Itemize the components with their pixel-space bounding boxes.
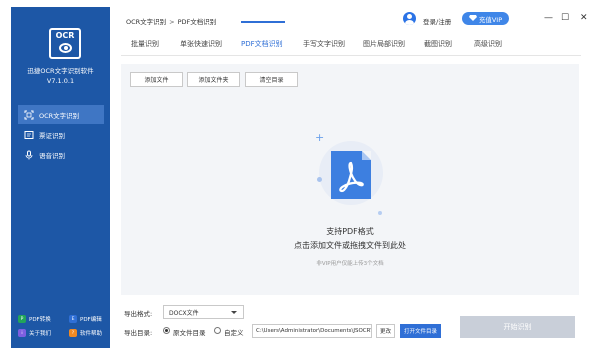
export-path-field[interactable]: C:\Users\Administrator\Documents\JSOCR\ — [252, 324, 372, 338]
logo-text: OCR — [55, 31, 75, 40]
tab-handwriting[interactable]: 手写文字识别 — [303, 39, 345, 49]
add-folder-button[interactable]: 添加文件夹 — [187, 72, 240, 87]
sidebar-item-label: 语音识别 — [39, 151, 65, 160]
start-recognition-button[interactable]: 开始识别 — [460, 316, 575, 338]
tab-advanced[interactable]: 高级识别 — [474, 39, 502, 49]
close-icon[interactable]: ✕ — [580, 13, 588, 23]
vip-button[interactable]: 充值VIP — [462, 12, 509, 25]
plus-icon: + — [315, 131, 325, 144]
pdf-edit-link[interactable]: E PDF编辑 — [69, 315, 102, 323]
export-format-select[interactable]: DOCX文件 — [163, 305, 244, 319]
radio-source-dir-label[interactable]: 原文件目录 — [173, 327, 206, 337]
pdf-edit-icon: E — [69, 315, 77, 323]
radio-source-dir[interactable] — [163, 327, 170, 334]
about-link[interactable]: i 关于我们 — [18, 329, 51, 337]
export-format-value: DOCX文件 — [169, 309, 199, 317]
sidebar-item-voice[interactable]: 语音识别 — [18, 145, 104, 164]
breadcrumb: OCR文字识别 > PDF文档识别 — [126, 16, 216, 26]
supported-format-text: 支持PDF格式 — [326, 227, 374, 236]
active-tab-indicator — [241, 21, 285, 23]
export-dir-label: 导出目录: — [124, 329, 153, 337]
open-dir-button[interactable]: 打开文件目录 — [400, 324, 441, 338]
tab-bar: 批量识别 单张快速识别 PDF文档识别 手写文字识别 图片局部识别 截图识别 高… — [121, 32, 581, 56]
add-file-button[interactable]: 添加文件 — [130, 72, 183, 87]
clear-list-button[interactable]: 清空目录 — [245, 72, 298, 87]
change-dir-button[interactable]: 更改 — [376, 324, 395, 338]
sidebar-item-ocr[interactable]: OCR文字识别 — [18, 105, 104, 124]
radio-custom-dir-label[interactable]: 自定义 — [224, 327, 244, 337]
drop-hint-text: 点击添加文件或拖拽文件到此处 — [294, 241, 406, 250]
pdf-file-icon — [331, 151, 371, 199]
app-name: 迅捷OCR文字识别软件 — [27, 67, 94, 75]
file-drop-area[interactable]: 添加文件 添加文件夹 清空目录 + 支持PDF格式 点击添加文件或拖拽文件到此处… — [121, 64, 579, 295]
tab-single[interactable]: 单张快速识别 — [180, 39, 222, 49]
tab-partial[interactable]: 图片局部识别 — [363, 39, 405, 49]
login-link[interactable]: 登录/注册 — [423, 16, 451, 26]
about-icon: i — [18, 329, 26, 337]
upload-limit-text: 非VIP用户仅能上传3个文档 — [316, 261, 384, 267]
export-format-label: 导出格式: — [124, 310, 153, 318]
radio-custom-dir[interactable] — [214, 327, 221, 334]
breadcrumb-root[interactable]: OCR文字识别 — [126, 18, 166, 26]
app-logo-icon: OCR — [49, 28, 81, 59]
scan-icon — [24, 110, 34, 120]
help-link[interactable]: ? 软件帮助 — [69, 329, 102, 337]
sidebar-item-label: 票证识别 — [39, 131, 65, 140]
sidebar: OCR 迅捷OCR文字识别软件 V7.1.0.1 OCR文字识别 票证识别 语音… — [11, 7, 110, 348]
ticket-icon — [24, 130, 34, 140]
breadcrumb-current: PDF文档识别 — [177, 18, 217, 26]
tab-batch[interactable]: 批量识别 — [131, 39, 159, 49]
sidebar-item-label: OCR文字识别 — [39, 111, 80, 120]
sidebar-item-ticket[interactable]: 票证识别 — [18, 125, 104, 144]
user-avatar-icon[interactable] — [403, 12, 416, 25]
pdf-convert-link[interactable]: P PDF转换 — [18, 315, 51, 323]
chevron-down-icon — [231, 311, 237, 314]
breadcrumb-separator: > — [169, 18, 175, 26]
microphone-icon — [24, 150, 34, 160]
help-icon: ? — [69, 329, 77, 337]
diamond-icon — [468, 14, 477, 23]
tab-screenshot[interactable]: 截图识别 — [424, 39, 452, 49]
minimize-icon[interactable]: — — [544, 13, 553, 23]
maximize-icon[interactable]: ☐ — [561, 13, 569, 23]
app-window: OCR 迅捷OCR文字识别软件 V7.1.0.1 OCR文字识别 票证识别 语音… — [0, 0, 603, 360]
app-version: V7.1.0.1 — [46, 77, 75, 85]
tab-pdf[interactable]: PDF文档识别 — [241, 39, 283, 49]
pdf-convert-icon: P — [18, 315, 26, 323]
